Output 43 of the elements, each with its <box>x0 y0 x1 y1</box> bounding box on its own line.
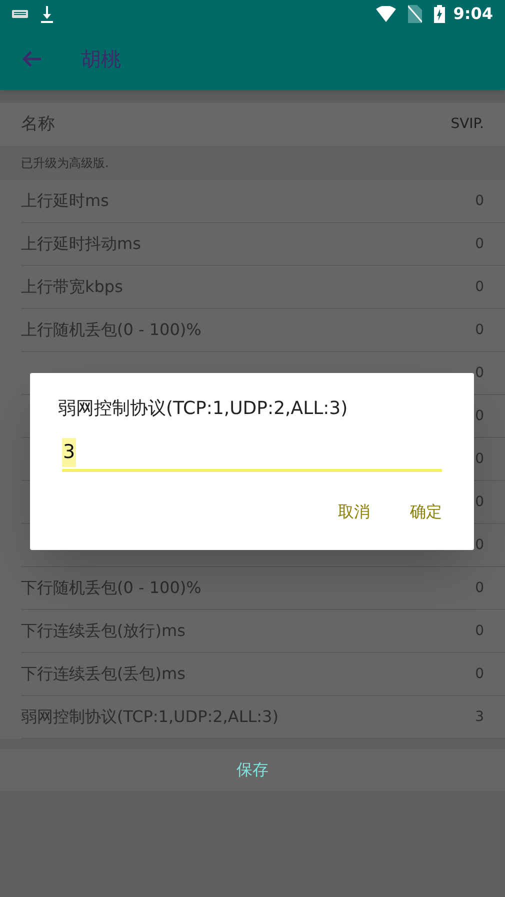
setting-label: 下行连续丢包(放行)ms <box>21 620 186 642</box>
dialog-title: 弱网控制协议(TCP:1,UDP:2,ALL:3) <box>58 397 349 421</box>
app-title: 胡桃 <box>81 46 121 73</box>
setting-label: 上行带宽kbps <box>21 276 123 298</box>
input-field[interactable]: 3 <box>62 436 442 472</box>
setting-value: 0 <box>475 406 484 426</box>
setting-label: 上行延时ms <box>21 190 109 212</box>
setting-value: 0 <box>475 364 484 382</box>
setting-label: 上行随机丢包(0 - 100)% <box>21 319 202 341</box>
setting-label: 下行连续丢包(丢包)ms <box>21 663 186 685</box>
setting-row[interactable]: 上行延时抖动ms 0 <box>21 223 505 266</box>
setting-value: 0 <box>475 536 484 554</box>
battery-icon <box>434 5 446 23</box>
setting-label: 上行延时抖动ms <box>21 233 141 255</box>
setting-row[interactable]: 弱网控制协议(TCP:1,UDP:2,ALL:3) 3 <box>21 696 505 739</box>
name-label: 名称 <box>21 112 55 136</box>
setting-label: 弱网控制协议(TCP:1,UDP:2,ALL:3) <box>21 706 278 728</box>
setting-value: 0 <box>475 320 484 340</box>
status-time: 9:04 <box>453 3 493 25</box>
setting-row[interactable]: 下行连续丢包(丢包)ms 0 <box>21 653 505 696</box>
setting-value: 0 <box>475 622 484 640</box>
back-arrow-icon <box>22 51 42 67</box>
setting-row[interactable]: 上行延时ms 0 <box>21 180 505 223</box>
save-button[interactable]: 保存 <box>0 749 505 791</box>
setting-value: 0 <box>475 234 484 254</box>
setting-value: 0 <box>475 664 484 684</box>
setting-value: 0 <box>475 578 484 598</box>
name-value: SVIP. <box>450 115 484 134</box>
setting-row[interactable]: 上行带宽kbps 0 <box>21 266 505 309</box>
dialog-button[interactable]: 取消 <box>338 500 370 524</box>
setting-value: 3 <box>475 708 484 726</box>
setting-label: 下行随机丢包(0 - 100)% <box>21 577 202 599</box>
dialog-button[interactable]: 确定 <box>410 500 442 524</box>
setting-value: 0 <box>475 192 484 210</box>
download-icon <box>40 5 54 23</box>
setting-row[interactable]: 下行随机丢包(0 - 100)% 0 <box>21 567 505 610</box>
no-sim-icon <box>408 5 422 23</box>
setting-row[interactable]: 下行连续丢包(放行)ms 0 <box>21 610 505 653</box>
setting-value: 0 <box>475 278 484 296</box>
name-row[interactable]: 名称 SVIP. <box>0 103 505 146</box>
wifi-icon <box>376 6 396 22</box>
setting-row[interactable]: 上行随机丢包(0 - 100)% 0 <box>21 309 505 352</box>
keyboard-icon <box>12 9 28 19</box>
